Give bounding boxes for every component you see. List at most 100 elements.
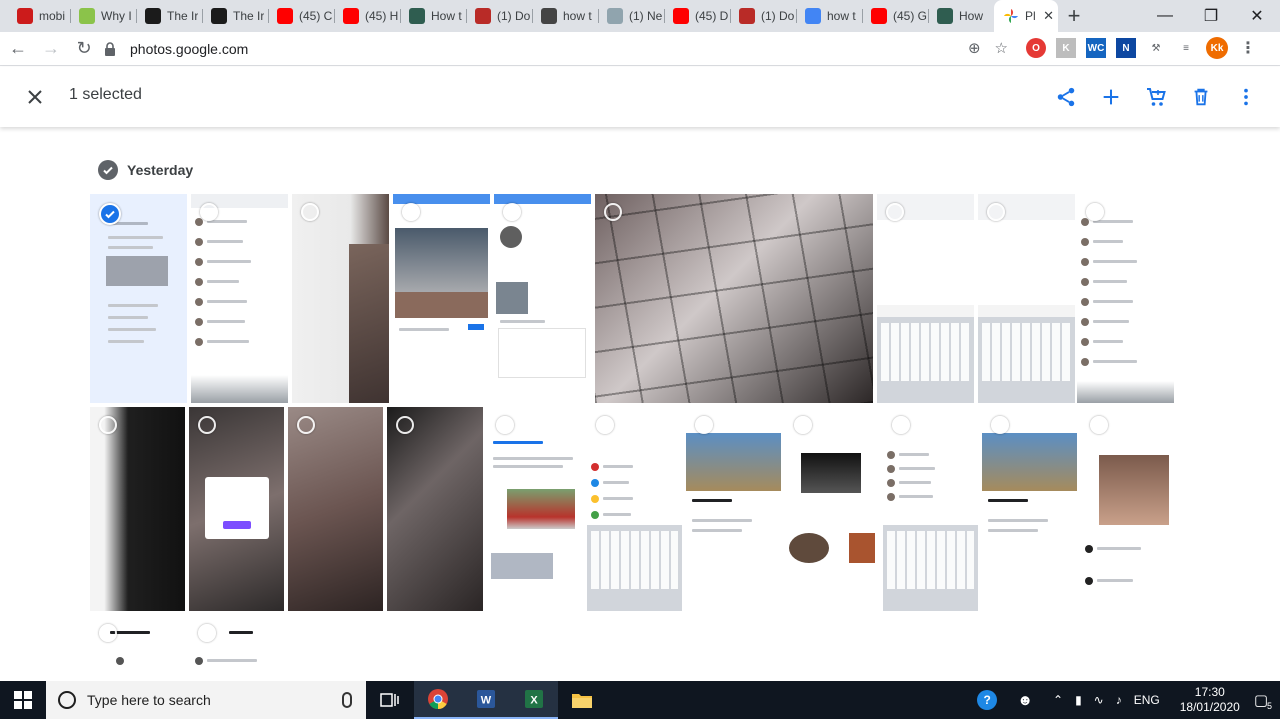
share-icon[interactable] (1054, 85, 1078, 109)
browser-tab[interactable]: (45) D (664, 0, 730, 32)
microphone-icon[interactable] (342, 692, 352, 708)
add-icon[interactable]: ⊕ (968, 39, 981, 57)
restore-icon[interactable]: ❐ (1188, 0, 1234, 32)
select-checkbox-icon[interactable] (604, 203, 622, 221)
minimize-icon[interactable]: — (1142, 0, 1188, 32)
browser-tab[interactable]: How t (400, 0, 466, 32)
select-checkbox-icon[interactable] (198, 416, 216, 434)
volume-mute-icon[interactable]: ♪ (1116, 693, 1122, 707)
address-bar[interactable]: photos.google.com ⊕ ☆ (102, 36, 1018, 62)
photo-thumbnail[interactable] (785, 407, 879, 611)
select-checkbox-icon[interactable] (402, 203, 420, 221)
browser-tab[interactable]: Why I (70, 0, 136, 32)
select-day-check-icon[interactable] (98, 160, 118, 180)
browser-tab[interactable]: how t (532, 0, 598, 32)
order-photo-cart-icon[interactable] (1144, 85, 1168, 109)
browser-tab[interactable]: how t (796, 0, 862, 32)
task-view-icon[interactable] (366, 681, 414, 719)
photo-thumbnail[interactable] (877, 194, 974, 403)
photo-thumbnail[interactable] (1077, 194, 1174, 403)
taskbar-search-box[interactable]: Type here to search (46, 681, 366, 719)
people-icon[interactable]: ☻ (1017, 692, 1033, 709)
selected-check-icon[interactable] (99, 203, 121, 225)
browser-tab[interactable]: (1) Do (466, 0, 532, 32)
browser-tab[interactable]: The Ir (202, 0, 268, 32)
select-checkbox-icon[interactable] (991, 416, 1009, 434)
reload-icon[interactable]: ↻ (69, 34, 99, 64)
opera-extension-icon[interactable]: O (1026, 38, 1046, 58)
windows-start-icon[interactable] (0, 681, 46, 719)
photo-thumbnail[interactable] (686, 407, 781, 611)
more-options-icon[interactable] (1234, 85, 1258, 109)
photo-thumbnail[interactable] (587, 407, 682, 611)
select-checkbox-icon[interactable] (99, 416, 117, 434)
photo-thumbnail[interactable] (393, 194, 490, 403)
clock[interactable]: 17:30 18/01/2020 (1180, 685, 1240, 715)
select-checkbox-icon[interactable] (396, 416, 414, 434)
photo-thumbnail[interactable] (90, 615, 185, 681)
browser-tab[interactable]: (45) C (268, 0, 334, 32)
profile-avatar[interactable]: Kk (1206, 37, 1228, 59)
browser-tab[interactable]: How (928, 0, 994, 32)
browser-tab[interactable]: (1) Ne (598, 0, 664, 32)
select-checkbox-icon[interactable] (1086, 203, 1104, 221)
select-checkbox-icon[interactable] (892, 416, 910, 434)
photo-thumbnail[interactable] (292, 194, 389, 403)
browser-tab[interactable]: (45) G (862, 0, 928, 32)
photo-thumbnail[interactable] (288, 407, 383, 611)
photo-thumbnail[interactable] (189, 615, 284, 681)
select-checkbox-icon[interactable] (596, 416, 614, 434)
new-tab-button[interactable]: + (1058, 0, 1090, 32)
photo-thumbnail[interactable] (90, 407, 185, 611)
add-to-album-icon[interactable] (1099, 85, 1123, 109)
select-checkbox-icon[interactable] (99, 624, 117, 642)
trash-icon[interactable] (1189, 85, 1213, 109)
photo-thumbnail[interactable] (387, 407, 483, 611)
photo-thumbnail[interactable] (189, 407, 284, 611)
photo-thumbnail[interactable] (191, 194, 288, 403)
photo-thumbnail[interactable] (494, 194, 591, 403)
battery-icon[interactable]: ▮ (1075, 693, 1082, 707)
news-extension-icon[interactable]: N (1116, 38, 1136, 58)
select-checkbox-icon[interactable] (200, 203, 218, 221)
chrome-taskbar-icon[interactable] (414, 681, 462, 719)
photo-thumbnail[interactable] (595, 194, 873, 403)
back-arrow-icon[interactable]: ← (3, 34, 33, 64)
select-checkbox-icon[interactable] (1090, 416, 1108, 434)
word-taskbar-icon[interactable]: W (462, 681, 510, 719)
select-checkbox-icon[interactable] (503, 203, 521, 221)
photo-thumbnail[interactable] (982, 407, 1077, 611)
tools-extension-icon[interactable]: ⚒ (1146, 38, 1166, 58)
menu-dots-icon[interactable]: ⋮ (1238, 38, 1258, 58)
wifi-icon[interactable]: ∿ (1094, 693, 1104, 707)
close-tab-icon[interactable]: ✕ (1043, 8, 1054, 24)
extension-k-icon[interactable]: K (1056, 38, 1076, 58)
browser-tab[interactable]: (1) Do (730, 0, 796, 32)
select-checkbox-icon[interactable] (301, 203, 319, 221)
select-checkbox-icon[interactable] (297, 416, 315, 434)
bookmark-star-icon[interactable]: ☆ (995, 39, 1008, 57)
media-control-icon[interactable]: ≡ (1176, 38, 1196, 58)
language-indicator[interactable]: ENG (1134, 693, 1160, 707)
photo-thumbnail[interactable] (90, 194, 187, 403)
browser-tab[interactable]: mobi (8, 0, 70, 32)
tab-google-photos[interactable]: Pl ✕ (994, 0, 1058, 32)
wordcounter-extension-icon[interactable]: WC (1086, 38, 1106, 58)
select-checkbox-icon[interactable] (496, 416, 514, 434)
select-checkbox-icon[interactable] (987, 203, 1005, 221)
photo-thumbnail[interactable] (487, 407, 583, 611)
window-close-icon[interactable]: ✕ (1234, 0, 1280, 32)
select-checkbox-icon[interactable] (794, 416, 812, 434)
select-checkbox-icon[interactable] (886, 203, 904, 221)
photo-thumbnail[interactable] (978, 194, 1075, 403)
close-selection-icon[interactable] (23, 85, 47, 109)
forward-arrow-icon[interactable]: → (36, 34, 66, 64)
select-checkbox-icon[interactable] (695, 416, 713, 434)
help-icon[interactable]: ? (977, 690, 998, 710)
browser-tab[interactable]: The Ir (136, 0, 202, 32)
show-hidden-icons-chevron-icon[interactable]: ⌃ (1053, 693, 1063, 707)
file-explorer-icon[interactable] (558, 681, 606, 719)
photo-thumbnail[interactable] (1081, 407, 1174, 611)
excel-taskbar-icon[interactable]: X (510, 681, 558, 719)
browser-tab[interactable]: (45) H (334, 0, 400, 32)
